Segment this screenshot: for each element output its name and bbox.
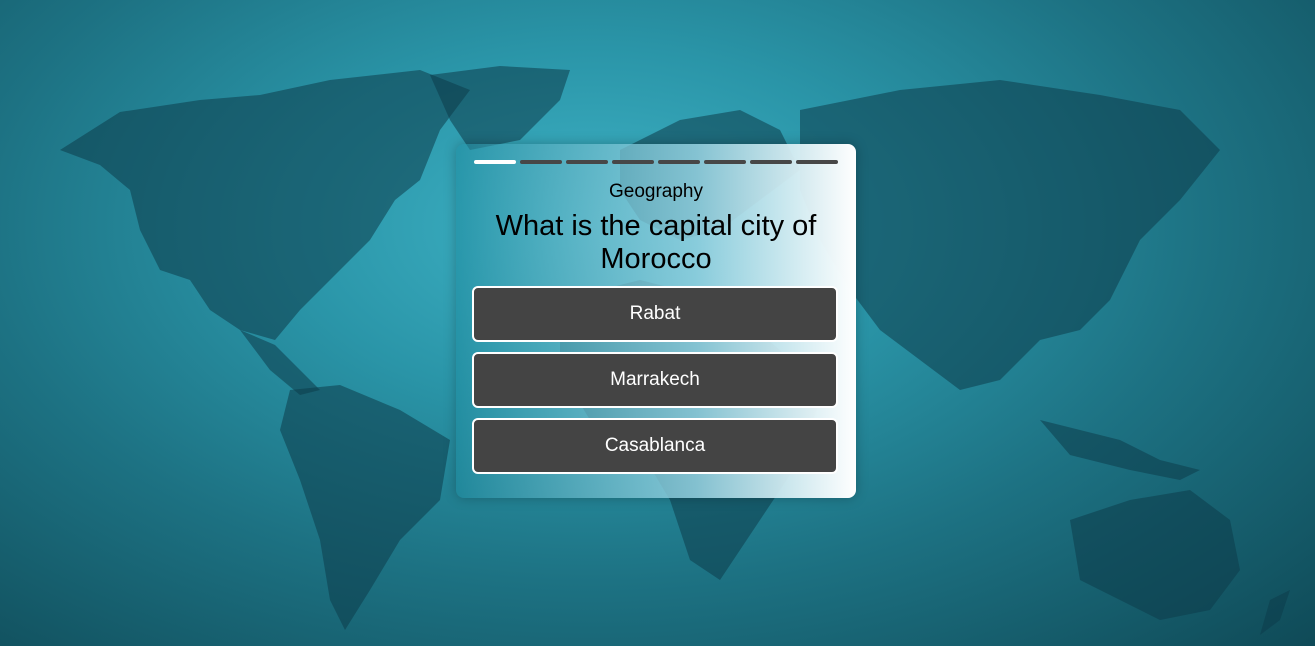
answer-button-marrakech[interactable]: Marrakech bbox=[472, 352, 838, 408]
quiz-card: Geography What is the capital city of Mo… bbox=[456, 144, 856, 498]
progress-segment bbox=[796, 160, 838, 164]
question-text: What is the capital city of Morocco bbox=[495, 210, 817, 275]
question-progress-bar bbox=[474, 160, 838, 164]
progress-segment bbox=[750, 160, 792, 164]
answer-list: Rabat Marrakech Casablanca bbox=[472, 286, 838, 484]
progress-segment bbox=[612, 160, 654, 164]
answer-button-rabat[interactable]: Rabat bbox=[472, 286, 838, 342]
progress-segment bbox=[520, 160, 562, 164]
progress-segment bbox=[704, 160, 746, 164]
answer-button-casablanca[interactable]: Casablanca bbox=[472, 418, 838, 474]
progress-segment bbox=[658, 160, 700, 164]
question-category: Geography bbox=[608, 181, 703, 202]
progress-segment bbox=[474, 160, 516, 164]
progress-segment bbox=[566, 160, 608, 164]
